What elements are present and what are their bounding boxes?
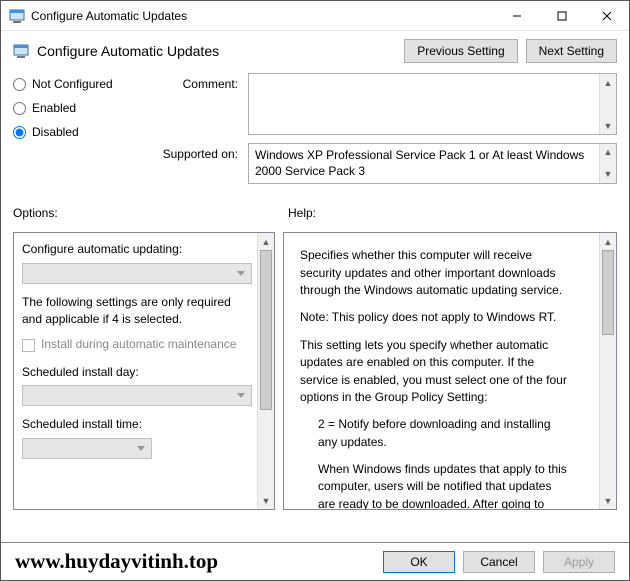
scroll-thumb[interactable] xyxy=(260,250,272,410)
watermark: www.huydayvitinh.top xyxy=(15,549,218,574)
options-panel: Configure automatic updating: The follow… xyxy=(13,232,275,510)
page-title: Configure Automatic Updates xyxy=(37,43,219,59)
header: Configure Automatic Updates Previous Set… xyxy=(1,31,629,73)
install-maintenance-checkbox[interactable]: Install during automatic maintenance xyxy=(22,336,250,353)
titlebar: Configure Automatic Updates xyxy=(1,1,629,31)
radio-disabled[interactable]: Disabled xyxy=(13,125,143,139)
supported-label: Supported on: xyxy=(153,143,248,184)
configure-updating-label: Configure automatic updating: xyxy=(22,241,250,258)
supported-field: Windows XP Professional Service Pack 1 o… xyxy=(248,143,617,184)
maximize-button[interactable] xyxy=(539,1,584,30)
apply-button[interactable]: Apply xyxy=(543,551,615,573)
help-text: Specifies whether this computer will rec… xyxy=(300,247,570,299)
help-panel: Specifies whether this computer will rec… xyxy=(283,232,617,510)
window-title: Configure Automatic Updates xyxy=(31,9,187,23)
state-radios: Not Configured Enabled Disabled xyxy=(13,73,143,192)
next-setting-button[interactable]: Next Setting xyxy=(526,39,617,63)
checkbox-icon xyxy=(22,339,35,352)
scroll-down-icon[interactable]: ▼ xyxy=(258,492,274,509)
help-text: 2 = Notify before downloading and instal… xyxy=(300,416,570,451)
app-icon xyxy=(9,8,25,24)
scroll-up-icon[interactable]: ▲ xyxy=(600,233,616,250)
help-text: When Windows finds updates that apply to… xyxy=(300,461,570,509)
scroll-down-icon[interactable]: ▼ xyxy=(600,492,616,509)
previous-setting-button[interactable]: Previous Setting xyxy=(404,39,517,63)
help-label: Help: xyxy=(288,206,316,220)
scheduled-time-combo[interactable] xyxy=(22,438,152,459)
scheduled-day-combo[interactable] xyxy=(22,385,252,406)
required-note: The following settings are only required… xyxy=(22,294,250,329)
policy-icon xyxy=(13,43,29,59)
options-scrollbar[interactable]: ▲ ▼ xyxy=(257,233,274,509)
configure-updating-combo[interactable] xyxy=(22,263,252,284)
comment-field[interactable]: ▲▼ xyxy=(248,73,617,135)
comment-scrollbar[interactable]: ▲▼ xyxy=(599,74,616,134)
radio-not-configured[interactable]: Not Configured xyxy=(13,77,143,91)
scheduled-time-label: Scheduled install time: xyxy=(22,416,250,433)
minimize-button[interactable] xyxy=(494,1,539,30)
help-scrollbar[interactable]: ▲ ▼ xyxy=(599,233,616,509)
scroll-up-icon[interactable]: ▲ xyxy=(258,233,274,250)
radio-enabled[interactable]: Enabled xyxy=(13,101,143,115)
scroll-thumb[interactable] xyxy=(602,250,614,335)
supported-scrollbar[interactable]: ▲▼ xyxy=(599,144,616,183)
cancel-button[interactable]: Cancel xyxy=(463,551,535,573)
scheduled-day-label: Scheduled install day: xyxy=(22,364,250,381)
help-text: This setting lets you specify whether au… xyxy=(300,337,570,407)
footer: www.huydayvitinh.top OK Cancel Apply xyxy=(1,542,629,580)
options-label: Options: xyxy=(13,206,288,220)
comment-label: Comment: xyxy=(153,73,248,135)
close-button[interactable] xyxy=(584,1,629,30)
help-text: Note: This policy does not apply to Wind… xyxy=(300,309,570,326)
ok-button[interactable]: OK xyxy=(383,551,455,573)
